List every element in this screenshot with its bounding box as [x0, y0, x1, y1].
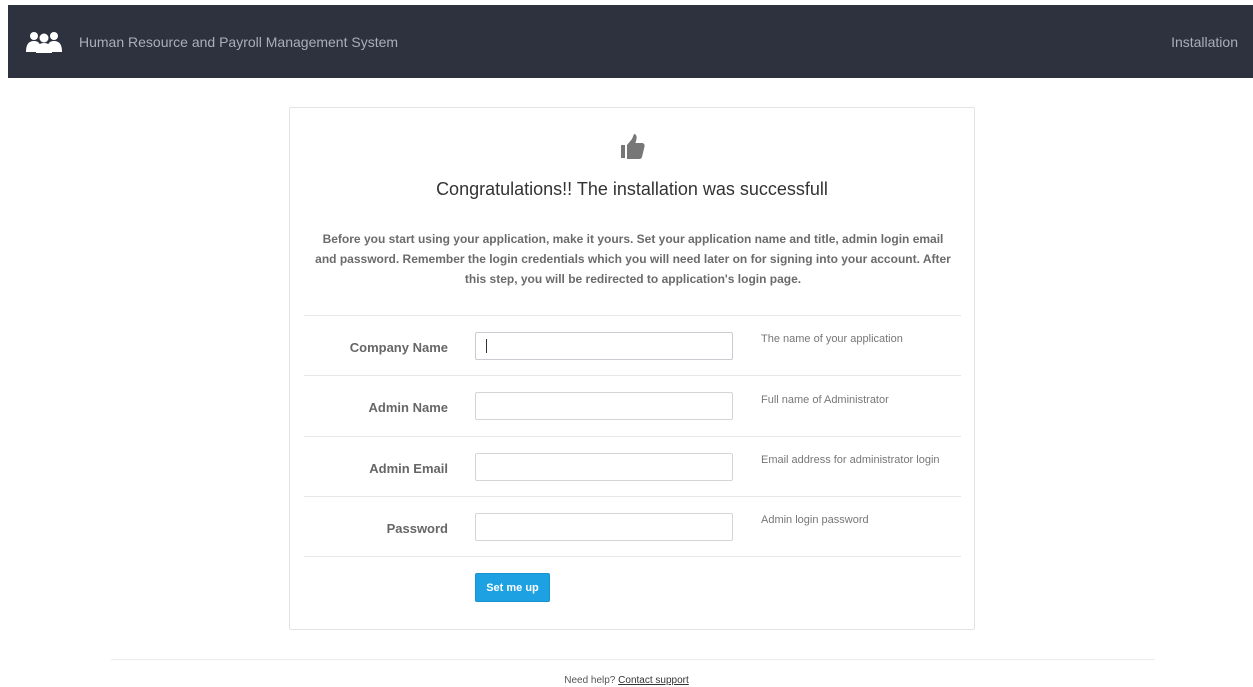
installation-link[interactable]: Installation: [1171, 34, 1238, 50]
top-navbar: Human Resource and Payroll Management Sy…: [8, 5, 1253, 78]
app-title[interactable]: Human Resource and Payroll Management Sy…: [79, 34, 398, 50]
divider: [304, 556, 961, 557]
admin-email-label: Admin Email: [369, 461, 448, 476]
divider: [304, 315, 961, 316]
contact-support-link[interactable]: Contact support: [618, 675, 689, 686]
password-label: Password: [386, 521, 448, 536]
help-prefix: Need help?: [564, 675, 616, 686]
footer: Need help? Contact support: [0, 675, 1253, 686]
company-name-input[interactable]: [475, 332, 733, 360]
divider: [304, 436, 961, 437]
intro-text: Before you start using your application,…: [315, 232, 951, 286]
admin-email-input[interactable]: [475, 453, 733, 481]
admin-email-help: Email address for administrator login: [761, 454, 940, 466]
installation-panel: Congratulations!! The installation was s…: [289, 107, 975, 630]
set-me-up-button[interactable]: Set me up: [475, 573, 550, 602]
password-input[interactable]: [475, 513, 733, 541]
admin-name-input[interactable]: [475, 392, 733, 420]
footer-divider: [111, 659, 1155, 660]
divider: [304, 496, 961, 497]
users-icon[interactable]: [25, 30, 63, 54]
admin-name-help: Full name of Administrator: [761, 394, 889, 406]
admin-name-label: Admin Name: [368, 400, 448, 415]
company-name-help: The name of your application: [761, 333, 903, 345]
company-name-label: Company Name: [349, 340, 448, 355]
success-heading: Congratulations!! The installation was s…: [436, 179, 828, 199]
divider: [304, 375, 961, 376]
password-help: Admin login password: [761, 514, 869, 526]
thumbs-up-icon: [621, 134, 645, 160]
text-caret: [486, 339, 487, 353]
